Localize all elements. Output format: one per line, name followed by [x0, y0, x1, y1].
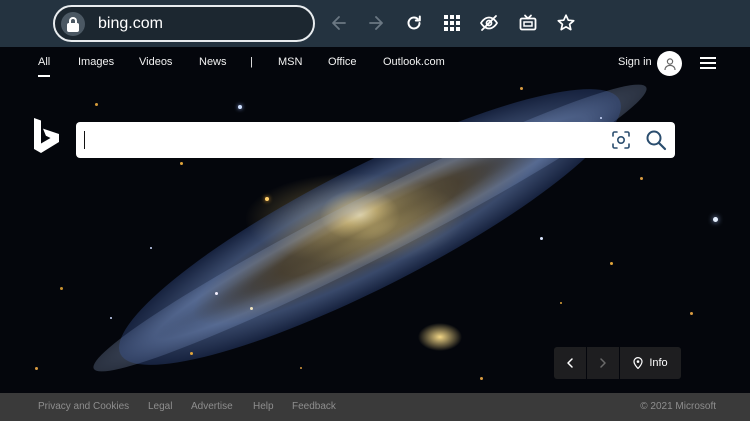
- forward-arrow-icon: [369, 16, 383, 30]
- nav-office[interactable]: Office: [328, 56, 357, 68]
- footer-link-help[interactable]: Help: [253, 401, 274, 412]
- nav-videos[interactable]: Videos: [139, 56, 172, 68]
- copyright: © 2021 Microsoft: [640, 401, 716, 412]
- footer-link-legal[interactable]: Legal: [148, 401, 172, 412]
- background-star: [35, 367, 38, 370]
- background-star: [640, 177, 643, 180]
- tv-mode-button[interactable]: [516, 11, 540, 35]
- background-star: [60, 287, 63, 290]
- footer-link-advertise[interactable]: Advertise: [191, 401, 233, 412]
- apps-grid-icon: [444, 15, 460, 31]
- background-star: [250, 307, 253, 310]
- text-caret: [84, 131, 85, 149]
- nav-divider: |: [250, 56, 253, 68]
- background-star: [238, 105, 242, 109]
- background-star: [480, 377, 483, 380]
- background-star: [560, 302, 562, 304]
- user-icon: [663, 57, 676, 70]
- image-info-button[interactable]: Info: [620, 347, 681, 379]
- search-box[interactable]: [76, 122, 675, 158]
- nav-outlook[interactable]: Outlook.com: [383, 56, 445, 68]
- forward-button[interactable]: [364, 11, 388, 35]
- nav-msn[interactable]: MSN: [278, 56, 302, 68]
- tv-icon: [519, 14, 537, 31]
- info-label: Info: [649, 357, 668, 369]
- background-star: [150, 247, 152, 249]
- browser-toolbar: bing.com: [0, 0, 750, 47]
- star-icon: [557, 14, 575, 31]
- search-input[interactable]: [84, 126, 604, 154]
- apps-button[interactable]: [440, 11, 464, 35]
- bing-homepage: All Images Videos News | MSN Office Outl…: [0, 47, 750, 393]
- location-pin-icon: [633, 357, 643, 369]
- background-star: [520, 87, 523, 90]
- bing-logo-icon[interactable]: [32, 116, 62, 156]
- back-button[interactable]: [327, 11, 351, 35]
- lock-icon[interactable]: [61, 12, 85, 36]
- url-text[interactable]: bing.com: [98, 15, 163, 33]
- footer: Privacy and Cookies Legal Advertise Help…: [0, 393, 750, 421]
- back-arrow-icon: [332, 16, 346, 30]
- address-bar[interactable]: bing.com: [53, 5, 315, 42]
- background-star: [180, 162, 183, 165]
- nav-news[interactable]: News: [199, 56, 227, 68]
- background-star: [610, 262, 613, 265]
- background-star: [600, 117, 602, 119]
- image-controls: Info: [554, 347, 681, 379]
- background-star: [300, 367, 302, 369]
- background-star: [713, 217, 718, 222]
- chevron-right-icon: [600, 358, 606, 368]
- background-star: [265, 197, 269, 201]
- avatar[interactable]: [657, 51, 682, 76]
- reload-button[interactable]: [402, 11, 426, 35]
- sign-in-link[interactable]: Sign in: [618, 56, 652, 68]
- favorite-button[interactable]: [554, 11, 578, 35]
- footer-link-feedback[interactable]: Feedback: [292, 401, 336, 412]
- footer-link-privacy[interactable]: Privacy and Cookies: [38, 401, 129, 412]
- tracking-prevention-button[interactable]: [477, 11, 501, 35]
- search-icon[interactable]: [644, 128, 668, 152]
- previous-image-button[interactable]: [554, 347, 586, 379]
- background-star: [190, 352, 193, 355]
- background-star: [110, 317, 112, 319]
- chevron-left-icon: [567, 358, 573, 368]
- visual-search-icon[interactable]: [611, 130, 631, 150]
- background-star: [540, 237, 543, 240]
- eye-slash-icon: [479, 15, 499, 31]
- nav-all[interactable]: All: [38, 56, 51, 77]
- background-star: [690, 312, 693, 315]
- background-star: [95, 103, 98, 106]
- background-star: [215, 292, 218, 295]
- nav-images[interactable]: Images: [78, 56, 114, 68]
- top-navigation: All Images Videos News | MSN Office Outl…: [0, 47, 750, 81]
- menu-button[interactable]: [700, 57, 718, 71]
- next-image-button[interactable]: [587, 347, 619, 379]
- reload-icon: [407, 15, 421, 30]
